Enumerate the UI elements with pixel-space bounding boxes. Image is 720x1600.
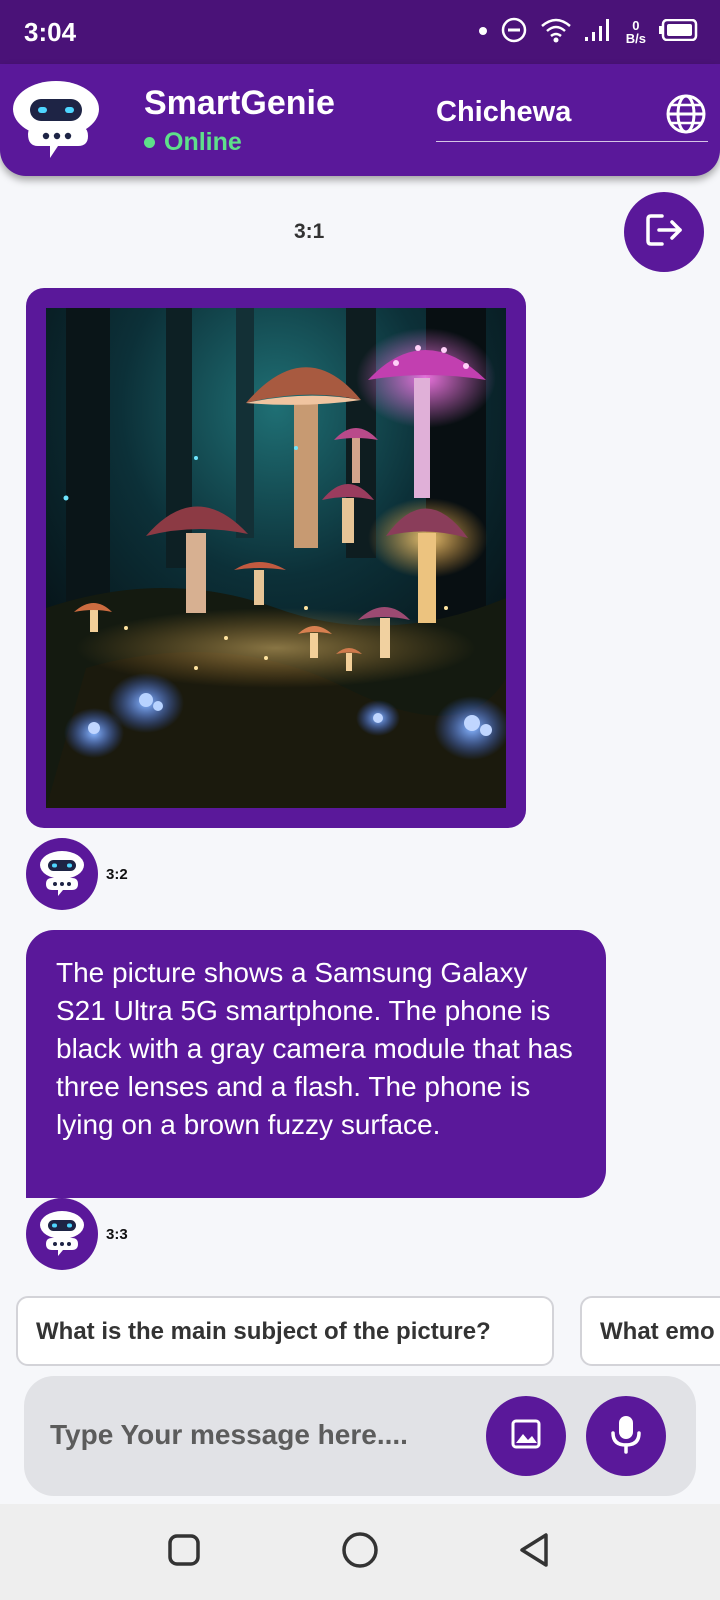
back-icon xyxy=(516,1530,552,1575)
text-message-bubble[interactable]: The picture shows a Samsung Galaxy S21 U… xyxy=(26,930,606,1198)
suggestion-chips: What is the main subject of the picture?… xyxy=(16,1296,720,1366)
voice-input-button[interactable] xyxy=(586,1396,666,1476)
net-speed: 0 B/s xyxy=(626,19,646,45)
app-title: SmartGenie xyxy=(144,84,335,122)
signal-icon xyxy=(584,17,614,48)
robot-logo-icon xyxy=(8,74,104,170)
bot-avatar xyxy=(26,838,98,910)
message-time: 3:3 xyxy=(106,1226,128,1243)
online-status-label: Online xyxy=(164,128,242,156)
message-input-bar xyxy=(24,1376,696,1496)
net-speed-unit: B/s xyxy=(625,31,646,46)
app-screen: 3:04 0 B/s SmartGenie Online Chichewa 3:… xyxy=(0,0,720,1600)
home-icon xyxy=(340,1530,380,1575)
globe-icon[interactable] xyxy=(664,92,708,136)
message-time: 3:2 xyxy=(106,866,128,883)
message-input[interactable] xyxy=(50,1410,460,1460)
app-header: SmartGenie Online Chichewa xyxy=(0,64,720,176)
image-message-bubble[interactable] xyxy=(26,288,526,828)
recent-apps-icon xyxy=(166,1532,202,1573)
suggestion-chip[interactable]: What emo xyxy=(580,1296,720,1366)
microphone-icon xyxy=(608,1414,644,1459)
message-text: The picture shows a Samsung Galaxy S21 U… xyxy=(56,957,573,1140)
dot-icon xyxy=(478,23,488,41)
wifi-icon xyxy=(540,16,572,49)
status-icons: 0 B/s xyxy=(478,14,698,50)
mushroom-forest-image[interactable] xyxy=(46,308,506,808)
home-button[interactable] xyxy=(336,1528,384,1576)
logout-icon xyxy=(642,208,686,257)
system-nav-bar xyxy=(0,1504,720,1600)
status-bar: 3:04 0 B/s xyxy=(0,0,720,64)
do-not-disturb-icon xyxy=(500,16,528,49)
recent-apps-button[interactable] xyxy=(160,1528,208,1576)
online-dot-icon xyxy=(144,137,155,148)
bot-avatar xyxy=(26,1198,98,1270)
suggestion-chip[interactable]: What is the main subject of the picture? xyxy=(16,1296,554,1366)
language-select[interactable]: Chichewa xyxy=(436,92,708,142)
image-icon xyxy=(509,1417,543,1456)
back-button[interactable] xyxy=(510,1528,558,1576)
status-time: 3:04 xyxy=(24,17,77,47)
battery-icon xyxy=(658,18,698,46)
online-status: Online xyxy=(144,128,242,157)
chat-timestamp: 3:1 xyxy=(294,220,325,243)
attach-image-button[interactable] xyxy=(486,1396,566,1476)
language-label: Chichewa xyxy=(436,96,572,128)
logout-button[interactable] xyxy=(624,192,704,272)
